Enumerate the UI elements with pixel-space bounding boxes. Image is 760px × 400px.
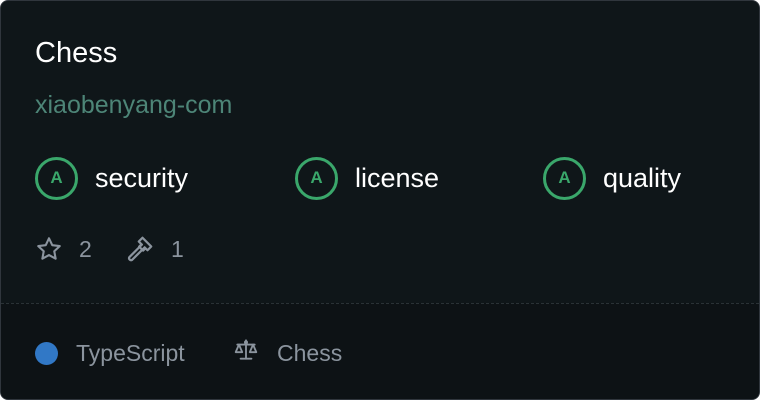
- scale-icon: [233, 337, 259, 369]
- repo-title[interactable]: Chess: [35, 35, 117, 71]
- score-quality: A quality: [543, 154, 681, 202]
- star-icon: [35, 235, 63, 263]
- stars-stat[interactable]: 2: [35, 233, 92, 265]
- repo-card[interactable]: Chess xiaobenyang-com A security A licen…: [0, 0, 760, 400]
- score-label: quality: [603, 162, 682, 193]
- language-label: TypeScript: [76, 339, 185, 366]
- card-footer: TypeScript Chess: [1, 303, 759, 399]
- forks-stat[interactable]: 1: [125, 233, 184, 265]
- license-label: Chess: [277, 339, 343, 366]
- repo-owner[interactable]: xiaobenyang-com: [35, 89, 232, 121]
- forks-count: 1: [171, 235, 184, 262]
- score-security: A security: [35, 154, 188, 202]
- grade-badge: A: [543, 156, 586, 200]
- score-label: license: [355, 162, 440, 193]
- stars-count: 2: [79, 235, 92, 262]
- language-indicator: TypeScript: [35, 338, 185, 368]
- score-label: security: [95, 162, 189, 193]
- grade-badge: A: [295, 156, 338, 200]
- language-color-dot: [35, 341, 58, 365]
- grade-badge: A: [35, 156, 78, 200]
- hammer-icon: [125, 234, 155, 264]
- score-license: A license: [295, 154, 439, 202]
- license-indicator: Chess: [233, 338, 342, 368]
